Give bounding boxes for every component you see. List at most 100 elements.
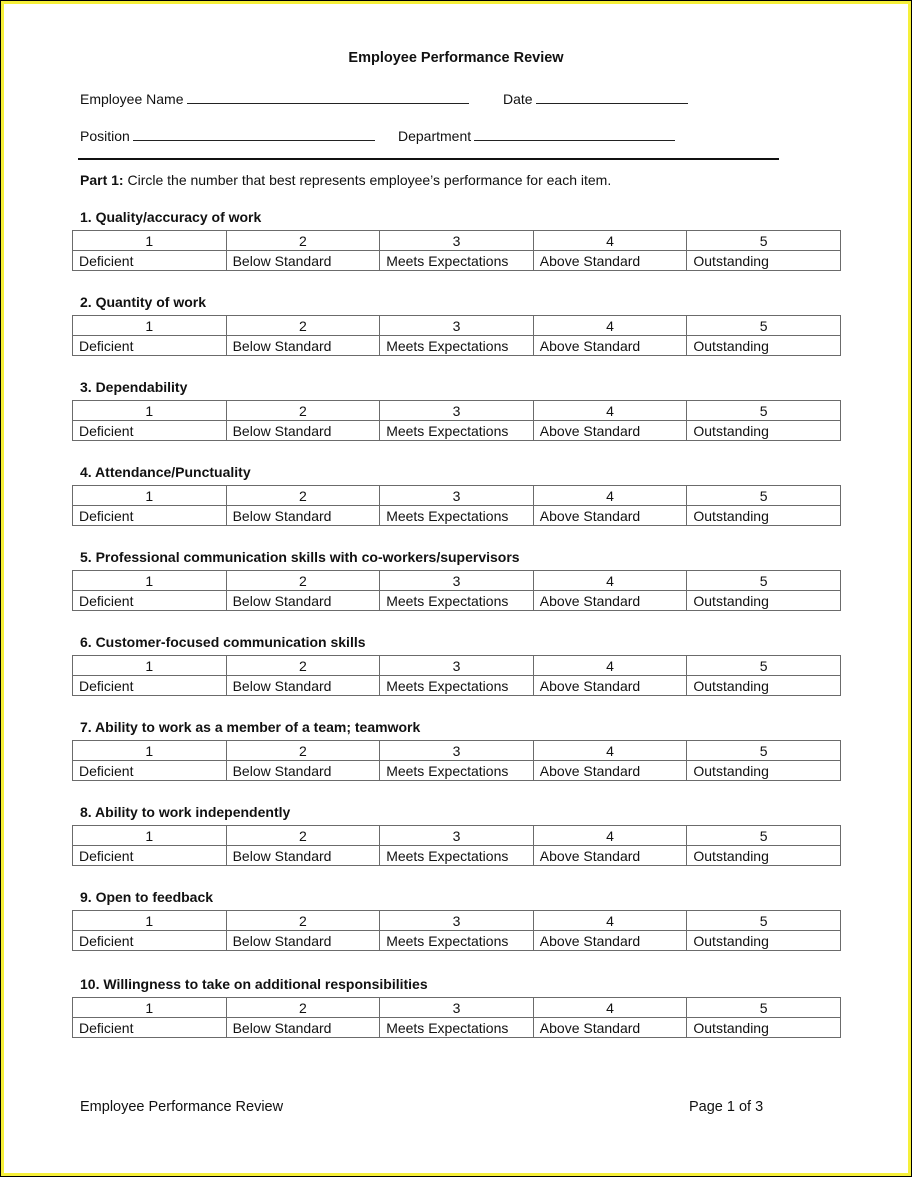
scale-number-option[interactable]: 3 <box>379 910 534 931</box>
scale-number-option[interactable]: 2 <box>225 570 381 591</box>
scale-number-option[interactable]: 3 <box>379 400 534 421</box>
scale-label: Above Standard <box>532 930 688 951</box>
scale-number-option[interactable]: 5 <box>686 740 841 761</box>
scale-number-option[interactable]: 3 <box>379 570 534 591</box>
date-blank[interactable] <box>535 89 688 104</box>
scale-number-option[interactable]: 3 <box>379 655 534 676</box>
scale-number-option[interactable]: 5 <box>686 825 841 846</box>
scale-number-option[interactable]: 3 <box>379 230 534 251</box>
department-label: Department <box>398 128 472 144</box>
scale-number-option[interactable]: 4 <box>532 825 688 846</box>
scale-number-option[interactable]: 3 <box>379 997 534 1018</box>
scale-label: Deficient <box>72 250 227 271</box>
scale-labels-row: Deficient Below Standard Meets Expectation… <box>72 675 841 696</box>
scale-number-option[interactable]: 5 <box>686 570 841 591</box>
scale-number-option[interactable]: 5 <box>686 230 841 251</box>
scale-number-option[interactable]: 4 <box>532 997 688 1018</box>
scale-number-option[interactable]: 2 <box>225 910 381 931</box>
scale-labels-row: Deficient Below Standard Meets Expectation… <box>72 760 841 781</box>
scale-number-option[interactable]: 3 <box>379 315 534 336</box>
position-label: Position <box>80 128 130 144</box>
department-field[interactable]: Department <box>398 126 676 144</box>
scale-label: Above Standard <box>532 590 688 611</box>
footer-page-number: Page 1 of 3 <box>689 1099 764 1115</box>
scale-numbers-row: 12345 <box>72 400 841 421</box>
employee-name-blank[interactable] <box>186 89 469 104</box>
scale-number-option[interactable]: 1 <box>72 570 227 591</box>
scale-number-option[interactable]: 4 <box>532 400 688 421</box>
rating-scale-table: 1 2 3 4 5 Deficient Below Standard Meets Expect… <box>72 825 841 866</box>
scale-label: Meets Expectations <box>379 760 534 781</box>
scale-label: Outstanding <box>686 420 841 441</box>
scale-number-option[interactable]: 2 <box>225 825 381 846</box>
scale-label: Meets Expectations <box>379 250 534 271</box>
scale-numbers-row: 12345 <box>72 740 841 761</box>
rating-item: 8. Ability to work independently 1 2 3 4 5 Def… <box>72 803 841 866</box>
date-field[interactable]: Date <box>503 89 688 107</box>
scale-number-option[interactable]: 2 <box>225 655 381 676</box>
scale-number-option[interactable]: 4 <box>532 230 688 251</box>
scale-number-option[interactable]: 1 <box>72 997 227 1018</box>
scale-number-option[interactable]: 3 <box>379 825 534 846</box>
scale-labels-row: Deficient Below Standard Meets Expectation… <box>72 590 841 611</box>
scale-label: Below Standard <box>225 930 381 951</box>
scale-number-option[interactable]: 5 <box>686 910 841 931</box>
rating-scale-table: 1 2 3 4 5 Deficient Below Standard Meets Expect… <box>72 910 841 951</box>
scale-label: Meets Expectations <box>379 335 534 356</box>
scale-label: Deficient <box>72 335 227 356</box>
scale-label: Above Standard <box>532 335 688 356</box>
scale-number-option[interactable]: 5 <box>686 315 841 336</box>
scale-number-option[interactable]: 5 <box>686 997 841 1018</box>
scale-number-option[interactable]: 5 <box>686 485 841 506</box>
department-blank[interactable] <box>474 126 676 141</box>
scale-label: Meets Expectations <box>379 505 534 526</box>
rating-item-title: 6. Customer-focused communication skills <box>80 634 366 650</box>
rating-item-title: 4. Attendance/Punctuality <box>80 464 251 480</box>
scale-number-option[interactable]: 2 <box>225 997 381 1018</box>
scale-label: Below Standard <box>225 675 381 696</box>
scale-number-option[interactable]: 1 <box>72 400 227 421</box>
scale-label: Deficient <box>72 845 227 866</box>
scale-label: Deficient <box>72 590 227 611</box>
scale-number-option[interactable]: 1 <box>72 485 227 506</box>
scale-number-option[interactable]: 2 <box>225 315 381 336</box>
scale-number-option[interactable]: 2 <box>225 400 381 421</box>
scale-number-option[interactable]: 4 <box>532 315 688 336</box>
scale-number-option[interactable]: 5 <box>686 400 841 421</box>
scale-label: Deficient <box>72 930 227 951</box>
scale-label: Meets Expectations <box>379 845 534 866</box>
scale-number-option[interactable]: 4 <box>532 740 688 761</box>
scale-number-option[interactable]: 2 <box>225 485 381 506</box>
scale-number-option[interactable]: 5 <box>686 655 841 676</box>
scale-number-option[interactable]: 3 <box>379 740 534 761</box>
scale-label: Deficient <box>72 1017 227 1038</box>
scale-number-option[interactable]: 4 <box>532 485 688 506</box>
rating-scale-table: 1 2 3 4 5 Deficient Below Standard Meets Expect… <box>72 655 841 696</box>
employee-name-field[interactable]: Employee Name <box>80 89 469 107</box>
position-field[interactable]: Position <box>80 126 375 144</box>
scale-label: Below Standard <box>225 250 381 271</box>
scale-label: Deficient <box>72 675 227 696</box>
scale-number-option[interactable]: 1 <box>72 825 227 846</box>
rating-scale-table: 1 2 3 4 5 Deficient Below Standard Meets Expect… <box>72 400 841 441</box>
scale-number-option[interactable]: 3 <box>379 485 534 506</box>
rating-item-title: 5. Professional communication skills wit… <box>80 549 520 565</box>
position-blank[interactable] <box>132 126 375 141</box>
scale-number-option[interactable]: 1 <box>72 655 227 676</box>
scale-number-option[interactable]: 2 <box>225 230 381 251</box>
scale-number-option[interactable]: 1 <box>72 315 227 336</box>
scale-number-option[interactable]: 1 <box>72 740 227 761</box>
scale-labels-row: Deficient Below Standard Meets Expectation… <box>72 1017 841 1038</box>
rating-scale-table: 1 2 3 4 5 Deficient Below Standard Meets Expect… <box>72 570 841 611</box>
scale-label: Outstanding <box>686 1017 841 1038</box>
scale-number-option[interactable]: 4 <box>532 570 688 591</box>
rating-scale-table: 1 2 3 4 5 Deficient Below Standard Meets Expect… <box>72 485 841 526</box>
scale-label: Deficient <box>72 420 227 441</box>
scale-number-option[interactable]: 4 <box>532 655 688 676</box>
scale-number-option[interactable]: 1 <box>72 230 227 251</box>
rating-scale-table: 1 2 3 4 5 Deficient Below Standard Meets Expect… <box>72 230 841 271</box>
scale-number-option[interactable]: 1 <box>72 910 227 931</box>
scale-number-option[interactable]: 2 <box>225 740 381 761</box>
scale-number-option[interactable]: 4 <box>532 910 688 931</box>
rating-item: 4. Attendance/Punctuality 1 2 3 4 5 Deficient B… <box>72 463 841 526</box>
